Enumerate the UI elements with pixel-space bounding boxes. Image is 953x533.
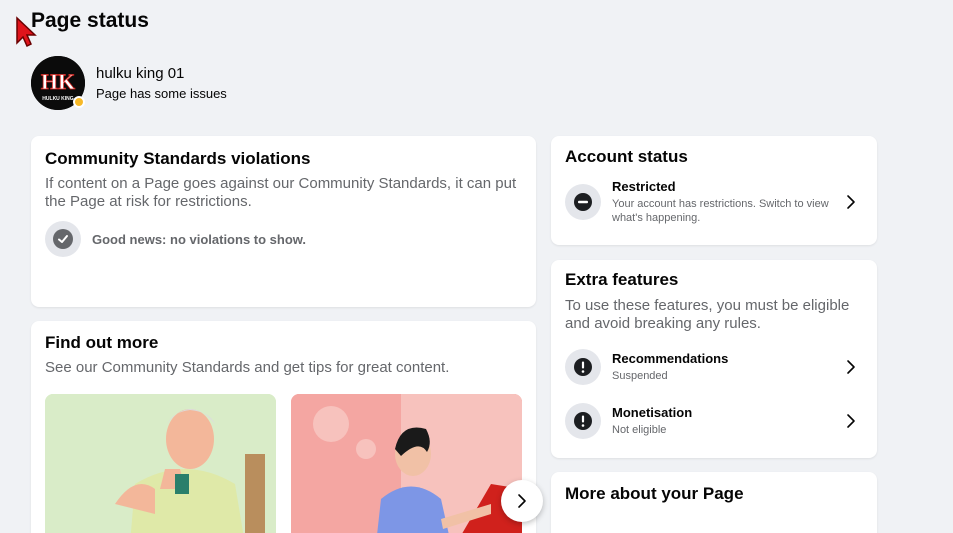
monetisation-label: Monetisation [612,405,693,420]
elderly-man-illustration-icon [45,394,276,533]
monetisation-row[interactable]: Monetisation Not eligible [565,403,863,439]
carousel-tile-woman-piano[interactable] [291,394,522,533]
account-status-restricted-row[interactable]: Restricted Your account has restrictions… [565,179,863,225]
svg-text:HK: HK [41,69,75,94]
chevron-right-icon [847,360,855,374]
page-profile[interactable]: HK HULKU KING hulku king 01 Page has som… [31,56,227,110]
recommendations-status: Suspended [612,370,668,382]
recommendations-row[interactable]: Recommendations Suspended [565,349,863,385]
woman-piano-illustration-icon [291,394,522,533]
community-standards-title: Community Standards violations [45,149,311,168]
no-violations-row: Good news: no violations to show. [45,221,522,257]
restricted-icon [565,184,601,220]
svg-text:HULKU KING: HULKU KING [42,96,73,102]
carousel-tile-elderly-man[interactable] [45,394,276,533]
community-standards-description: If content on a Page goes against our Co… [45,175,517,210]
chevron-right-icon [847,195,855,209]
carousel-next-button[interactable] [501,480,543,522]
restricted-description: Your account has restrictions. Switch to… [612,198,829,224]
alert-icon [565,349,601,385]
account-status-title: Account status [565,147,688,166]
find-out-more-card: Find out more See our Community Standard… [31,321,536,533]
account-status-card: Account status Restricted Your account h… [551,136,877,245]
alert-icon [565,403,601,439]
find-out-more-description: See our Community Standards and get tips… [45,359,450,376]
extra-features-description: To use these features, you must be eligi… [565,297,850,332]
page-name[interactable]: hulku king 01 [96,65,227,82]
restricted-label: Restricted [612,179,676,194]
chevron-right-icon [518,494,526,508]
more-about-page-title: More about your Page [565,484,744,503]
page-avatar[interactable]: HK HULKU KING [31,56,85,110]
chevron-right-icon [847,414,855,428]
check-icon [45,221,81,257]
monetisation-status: Not eligible [612,424,667,436]
mouse-cursor-icon [16,16,37,48]
page-title: Page status [31,9,149,32]
warning-badge-icon [73,96,85,108]
extra-features-card: Extra features To use these features, yo… [551,260,877,458]
find-out-more-title: Find out more [45,333,159,352]
tips-carousel [45,394,522,533]
extra-features-title: Extra features [565,270,679,289]
no-violations-text: Good news: no violations to show. [92,231,307,247]
recommendations-label: Recommendations [612,351,729,366]
community-standards-card: Community Standards violations If conten… [31,136,536,307]
more-about-page-card: More about your Page [551,472,877,533]
page-status-summary: Page has some issues [96,86,227,101]
